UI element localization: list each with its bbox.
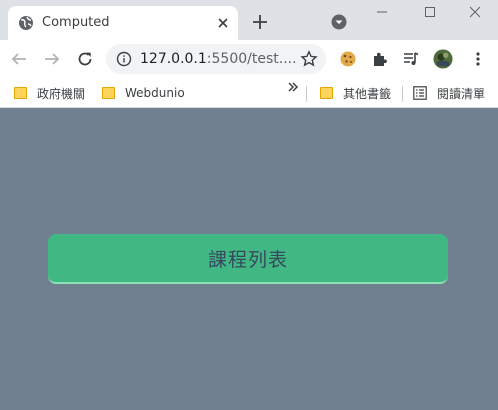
tab-title: Computed	[42, 15, 110, 30]
media-queue-icon[interactable]	[401, 49, 421, 69]
close-icon[interactable]	[214, 14, 232, 32]
folder-icon	[14, 87, 27, 99]
bookmark-folder-webdunio[interactable]: Webdunio	[102, 82, 185, 104]
double-chevron-icon[interactable]	[287, 81, 299, 97]
bookmarks-bar: 政府機關 Webdunio 其他書籤 閱讀清單	[0, 78, 498, 108]
maximize-button[interactable]	[418, 4, 442, 20]
kebab-menu-icon[interactable]	[468, 49, 488, 69]
reading-list[interactable]: 閱讀清單	[413, 82, 485, 104]
bookmark-label: 政府機關	[37, 86, 86, 101]
puzzle-icon[interactable]	[370, 49, 390, 69]
page-content: 課程列表	[0, 108, 498, 410]
url-host: 127.0.0.1	[140, 51, 207, 67]
browser-tab[interactable]: Computed	[8, 6, 238, 40]
cookie-icon[interactable]	[338, 49, 358, 69]
info-icon[interactable]	[116, 51, 132, 67]
globe-icon	[18, 15, 34, 31]
reading-list-label: 閱讀清單	[437, 86, 486, 101]
plus-icon[interactable]	[250, 12, 270, 32]
back-arrow-icon[interactable]	[9, 49, 29, 69]
reading-list-icon	[413, 86, 427, 100]
minimize-button[interactable]	[370, 4, 394, 20]
folder-icon	[320, 87, 333, 99]
bookmarks-divider	[402, 86, 403, 102]
bookmark-label: Webdunio	[125, 86, 185, 100]
bookmark-folder-gov[interactable]: 政府機關	[14, 82, 85, 104]
folder-icon	[102, 87, 115, 99]
course-list-button[interactable]: 課程列表	[48, 234, 448, 284]
chevron-down-circle-icon[interactable]	[330, 13, 348, 31]
reload-icon[interactable]	[75, 49, 95, 69]
url-path: :5500/test....	[206, 51, 297, 67]
browser-toolbar: 127.0.0.1:5500/test....	[0, 40, 498, 78]
avatar[interactable]	[433, 49, 453, 69]
url-text: 127.0.0.1:5500/test....	[140, 51, 297, 67]
other-bookmarks-label: 其他書籤	[343, 86, 392, 101]
forward-arrow-icon[interactable]	[42, 49, 62, 69]
other-bookmarks[interactable]: 其他書籤	[320, 82, 391, 104]
bookmarks-divider	[306, 86, 307, 102]
address-bar[interactable]: 127.0.0.1:5500/test....	[106, 44, 326, 74]
window-close-button[interactable]	[463, 4, 487, 20]
star-icon[interactable]	[300, 50, 318, 68]
tab-strip: Computed	[0, 0, 498, 40]
